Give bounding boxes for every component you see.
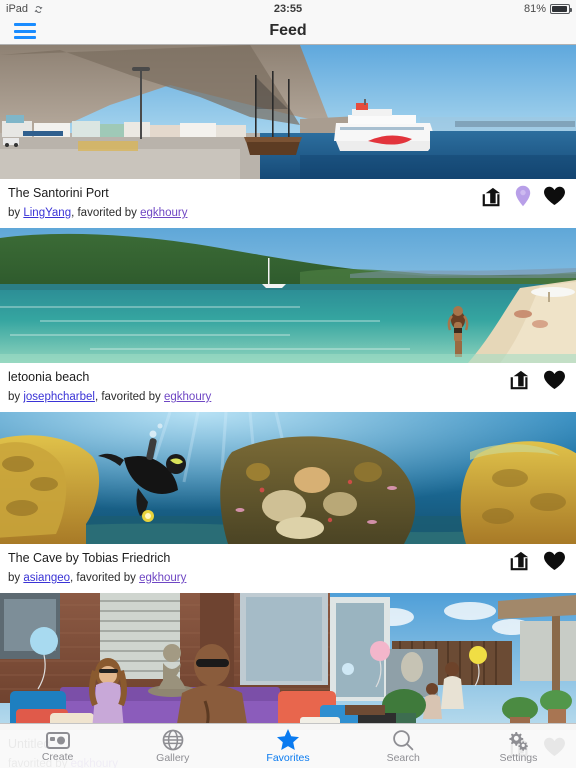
post-author-link[interactable]: asiangeo [23, 572, 70, 584]
letoonia-beach-photo [0, 228, 576, 363]
favorited-prefix: , favorited by [70, 572, 140, 584]
battery-percent: 81% [523, 3, 546, 15]
tab-label: Search [386, 751, 420, 764]
tab-settings[interactable]: Settings [461, 724, 576, 768]
rotation-lock-icon [34, 5, 43, 13]
tab-label: Gallery [156, 751, 190, 764]
post-favoriter-link[interactable]: egkhoury [164, 391, 211, 403]
post-byline: by josephcharbel, favorited by egkhoury [8, 390, 568, 404]
share-icon[interactable] [509, 369, 531, 390]
hamburger-menu-icon[interactable] [14, 23, 36, 39]
post-author-link[interactable]: LingYang [23, 207, 71, 219]
post-byline: by asiangeo, favorited by egkhoury [8, 571, 568, 585]
gears-icon [509, 731, 529, 751]
post-author-link[interactable]: josephcharbel [23, 391, 95, 403]
feed-list[interactable]: The Santorini Port by LingYang, favorite… [0, 45, 576, 768]
tab-create[interactable]: Create [0, 724, 115, 768]
santorini-port-photo [0, 45, 576, 179]
coral-reef-diver-photo [0, 412, 576, 544]
favorited-prefix: , favorited by [71, 207, 141, 219]
post-meta: The Santorini Port by LingYang, favorite… [0, 179, 576, 228]
backyard-party-photo [0, 593, 576, 730]
tab-label: Create [41, 750, 74, 763]
heart-filled-icon[interactable] [543, 186, 566, 206]
post-actions [481, 185, 566, 207]
tab-gallery[interactable]: Gallery [115, 724, 230, 768]
heart-filled-icon[interactable] [543, 551, 566, 571]
status-bar-time: 23:55 [273, 3, 303, 15]
post-meta: letoonia beach by josephcharbel, favorit… [0, 363, 576, 412]
camera-icon [45, 731, 70, 749]
post-favoriter-link[interactable]: egkhoury [139, 572, 186, 584]
post-image[interactable] [0, 228, 576, 363]
post-meta: The Cave by Tobias Friedrich by asiangeo… [0, 544, 576, 593]
feed-post[interactable]: letoonia beach by josephcharbel, favorit… [0, 228, 576, 412]
status-bar-right: 81% [523, 3, 572, 15]
feed-post[interactable]: The Cave by Tobias Friedrich by asiangeo… [0, 412, 576, 593]
tab-favorites[interactable]: Favorites [230, 724, 345, 768]
feed-post[interactable]: The Santorini Port by LingYang, favorite… [0, 45, 576, 228]
search-icon [393, 729, 414, 750]
navigation-bar: Feed [0, 18, 576, 45]
by-prefix: by [8, 391, 24, 403]
star-icon [277, 729, 299, 750]
post-actions [509, 369, 566, 390]
favorited-prefix: , favorited by [94, 391, 164, 403]
status-bar-left: iPad [6, 3, 44, 15]
by-prefix: by [8, 207, 24, 219]
share-icon[interactable] [509, 550, 531, 571]
device-label: iPad [6, 3, 29, 15]
post-title: The Cave by Tobias Friedrich [8, 551, 171, 565]
post-image[interactable] [0, 412, 576, 544]
post-favoriter-link[interactable]: egkhoury [140, 207, 187, 219]
post-actions [509, 550, 566, 571]
share-icon[interactable] [481, 186, 503, 207]
by-prefix: by [8, 572, 24, 584]
post-image[interactable] [0, 45, 576, 179]
tab-label: Favorites [266, 752, 310, 764]
tab-bar: Create Gallery Favorites Search Settings [0, 723, 576, 768]
battery-icon [550, 4, 572, 14]
post-image[interactable] [0, 593, 576, 730]
ipad-screen: iPad 23:55 81% Feed The Santorini Port b… [0, 0, 576, 768]
heart-filled-icon[interactable] [543, 370, 566, 390]
status-bar: iPad 23:55 81% [0, 0, 576, 18]
globe-icon [162, 729, 184, 750]
tab-label: Settings [499, 751, 538, 764]
tab-search[interactable]: Search [346, 724, 461, 768]
page-title: Feed [269, 22, 307, 39]
post-byline: by LingYang, favorited by egkhoury [8, 206, 568, 220]
post-title: letoonia beach [8, 370, 90, 384]
map-pin-icon[interactable] [515, 185, 531, 207]
